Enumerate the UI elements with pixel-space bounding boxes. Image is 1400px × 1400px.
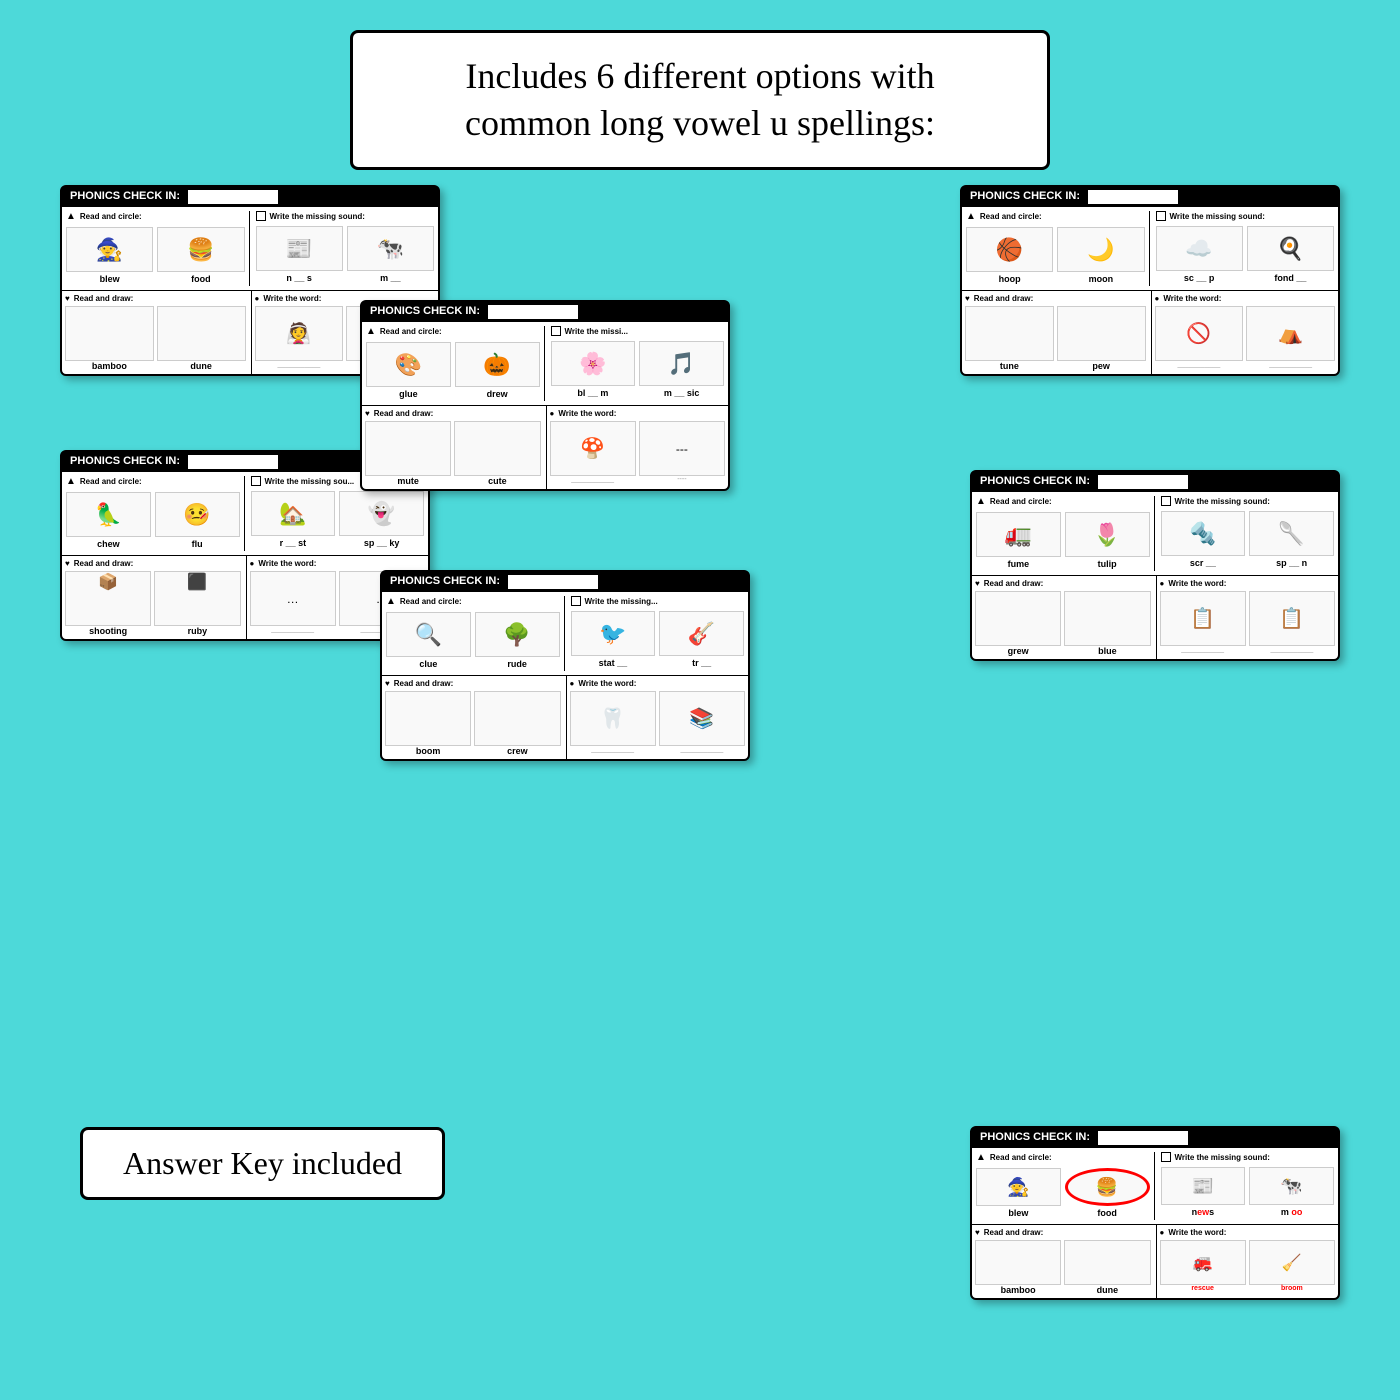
card2-header: PHONICS CHECK IN:	[962, 187, 1338, 207]
card1-header: PHONICS CHECK IN:	[62, 187, 438, 207]
card1-read-section: ▲ Read and circle: 🧙 blew 🍔 food Write t…	[62, 207, 438, 291]
card2-bottom: ♥ Read and draw: tune pew ● Write the wo…	[962, 291, 1338, 374]
card2-read-section: ▲ Read and circle: 🏀 hoop 🌙 moon Write t…	[962, 207, 1338, 291]
card-answer-read-section: ▲ Read and circle: 🧙 blew 🍔 food Write t…	[972, 1148, 1338, 1225]
card-answer-header: PHONICS CHECK IN:	[972, 1128, 1338, 1148]
card6-bottom: ♥ Read and draw: boom crew ● Write the w…	[382, 676, 748, 759]
card3-bottom: ♥ Read and draw: mute cute ● Write the w…	[362, 406, 728, 489]
answer-key-box: Answer Key included	[80, 1127, 445, 1200]
answer-key-label: Answer Key included	[123, 1145, 402, 1181]
card5-read-section: ▲ Read and circle: 🚛 fume 🌷 tulip Write …	[972, 492, 1338, 576]
phonics-card-answer: PHONICS CHECK IN: ▲ Read and circle: 🧙 b…	[970, 1126, 1340, 1300]
card3-header: PHONICS CHECK IN:	[362, 302, 728, 322]
phonics-card-3: PHONICS CHECK IN: ▲ Read and circle: 🎨 g…	[360, 300, 730, 491]
title-text: Includes 6 different options with common…	[393, 53, 1007, 147]
card-answer-bottom: ♥ Read and draw: bamboo dune ● Write the…	[972, 1225, 1338, 1298]
title-box: Includes 6 different options with common…	[350, 30, 1050, 170]
card6-read-section: ▲ Read and circle: 🔍 clue 🌳 rude Write t…	[382, 592, 748, 676]
card3-read-section: ▲ Read and circle: 🎨 glue 🎃 drew Write t…	[362, 322, 728, 406]
phonics-card-6: PHONICS CHECK IN: ▲ Read and circle: 🔍 c…	[380, 570, 750, 761]
card4-bottom: ♥ Read and draw: 📦 shooting ⬛ ruby ● Wri…	[62, 556, 428, 639]
card6-header: PHONICS CHECK IN:	[382, 572, 748, 592]
phonics-card-5: PHONICS CHECK IN: ▲ Read and circle: 🚛 f…	[970, 470, 1340, 661]
card5-header: PHONICS CHECK IN:	[972, 472, 1338, 492]
card5-bottom: ♥ Read and draw: grew blue ● Write the w…	[972, 576, 1338, 659]
phonics-card-2: PHONICS CHECK IN: ▲ Read and circle: 🏀 h…	[960, 185, 1340, 376]
